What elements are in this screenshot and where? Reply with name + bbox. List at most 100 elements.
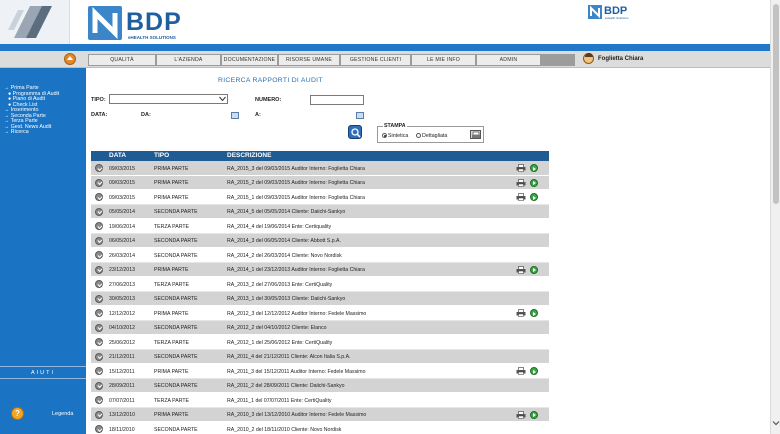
printer-icon[interactable] bbox=[516, 164, 526, 172]
row-select-icon[interactable] bbox=[95, 164, 103, 172]
stampa-group: STAMPA Sintetica Dettagliata bbox=[377, 123, 484, 143]
cell-data: 09/03/2015 bbox=[109, 180, 135, 186]
tipo-select[interactable] bbox=[109, 94, 228, 104]
nav-mie-info[interactable]: LE MIE INFO bbox=[411, 54, 476, 66]
row-select-icon[interactable] bbox=[95, 251, 103, 259]
header-divider bbox=[0, 44, 770, 51]
search-button[interactable] bbox=[348, 125, 362, 139]
row-select-icon[interactable] bbox=[95, 280, 103, 288]
nav-risorse-umane[interactable]: RISORSE UMANE bbox=[278, 54, 340, 66]
row-select-icon[interactable] bbox=[95, 294, 103, 303]
table-row[interactable]: 13/12/2010 PRIMA PARTE RA_2010_3 del 13/12… bbox=[91, 407, 549, 422]
go-arrow-icon[interactable] bbox=[530, 164, 538, 172]
cell-tipo: SECONDA PARTE bbox=[154, 209, 198, 215]
table-row[interactable]: 07/07/2011 TERZA PARTE RA_2011_1 del 07/07… bbox=[91, 393, 549, 408]
cell-tipo: TERZA PARTE bbox=[154, 397, 189, 404]
table-row[interactable]: 15/12/2011 PRIMA PARTE RA_2011_3 del 15/12… bbox=[91, 364, 549, 379]
cell-tipo: PRIMA PARTE bbox=[154, 412, 189, 418]
radio-dettagliata-label: Dettagliata bbox=[422, 133, 448, 139]
go-arrow-icon[interactable] bbox=[530, 309, 538, 317]
printer-icon[interactable] bbox=[516, 410, 526, 419]
calendar-icon[interactable] bbox=[356, 112, 364, 119]
cell-data: 18/11/2010 bbox=[109, 426, 135, 433]
chevron-down-icon bbox=[219, 96, 226, 102]
scrollbar-thumb[interactable] bbox=[773, 4, 779, 204]
scrollbar[interactable] bbox=[770, 0, 780, 434]
row-select-icon[interactable] bbox=[95, 410, 103, 419]
cell-data: 27/06/2013 bbox=[109, 281, 135, 288]
radio-sintetica[interactable] bbox=[382, 133, 387, 138]
nav-admin[interactable]: ADMIN bbox=[476, 54, 541, 66]
search-icon bbox=[351, 128, 361, 138]
row-select-icon[interactable] bbox=[95, 396, 103, 404]
home-icon[interactable] bbox=[64, 53, 76, 65]
legenda-link[interactable]: Legenda bbox=[52, 411, 73, 417]
row-select-icon[interactable] bbox=[95, 381, 103, 390]
printer-icon[interactable] bbox=[516, 309, 526, 317]
cell-descrizione: RA_2010_2 del 18/11/2010 Cliente: Novo N… bbox=[227, 426, 342, 433]
table-row[interactable]: 27/06/2013 TERZA PARTE RA_2013_2 del 27/06… bbox=[91, 277, 549, 292]
row-select-icon[interactable] bbox=[95, 178, 103, 187]
row-select-icon[interactable] bbox=[95, 309, 103, 317]
scroll-down-icon[interactable] bbox=[772, 419, 780, 427]
cell-tipo: SECONDA PARTE bbox=[154, 383, 198, 389]
row-select-icon[interactable] bbox=[95, 338, 103, 346]
row-select-icon[interactable] bbox=[95, 425, 103, 433]
sidebar-item-ricerca[interactable]: → Ricerca bbox=[4, 129, 59, 136]
table-row[interactable]: 28/09/2011 SECONDA PARTE RA_2011_2 del 28/… bbox=[91, 378, 549, 393]
go-arrow-icon[interactable] bbox=[530, 193, 538, 201]
table-row[interactable]: 25/06/2012 TERZA PARTE RA_2012_1 del 25/06… bbox=[91, 335, 549, 350]
cell-descrizione: RA_2012_3 del 12/12/2012 Auditor Interno… bbox=[227, 310, 367, 317]
calendar-icon[interactable] bbox=[231, 112, 239, 119]
printer-icon[interactable] bbox=[516, 265, 526, 274]
cell-tipo: PRIMA PARTE bbox=[154, 310, 189, 317]
table-row[interactable]: 04/10/2012 SECONDA PARTE RA_2012_2 del 04/… bbox=[91, 320, 549, 335]
nav-qualita[interactable]: QUALITÀ bbox=[88, 54, 156, 66]
table-row[interactable]: 09/03/2015 PRIMA PARTE RA_2015_1 del 09/03… bbox=[91, 190, 549, 205]
radio-dettagliata[interactable] bbox=[416, 133, 421, 138]
cell-tipo: PRIMA PARTE bbox=[154, 165, 189, 172]
go-arrow-icon[interactable] bbox=[530, 265, 538, 274]
cell-data: 23/12/2013 bbox=[109, 267, 135, 273]
table-row[interactable]: 09/03/2015 PRIMA PARTE RA_2015_2 del 09/03… bbox=[91, 175, 549, 190]
cell-data: 13/12/2010 bbox=[109, 412, 135, 418]
bdp-logo-mark bbox=[88, 6, 122, 40]
help-icon[interactable]: ? bbox=[11, 407, 24, 420]
go-arrow-icon[interactable] bbox=[530, 367, 538, 375]
nav-documentazione[interactable]: DOCUMENTAZIONE bbox=[221, 54, 278, 66]
printer-icon[interactable] bbox=[516, 193, 526, 201]
table-row[interactable]: 09/03/2015 PRIMA PARTE RA_2015_3 del 09/03… bbox=[91, 161, 549, 176]
row-select-icon[interactable] bbox=[95, 352, 103, 361]
table-row[interactable]: 21/12/2011 SECONDA PARTE RA_2011_4 del 21/… bbox=[91, 349, 549, 364]
nav-gestione-clienti[interactable]: GESTIONE CLIENTI bbox=[340, 54, 411, 66]
cell-data: 05/05/2014 bbox=[109, 209, 135, 215]
bdp-logo-tagline: eHEALTH SOLUTIONS bbox=[128, 35, 176, 40]
table-row[interactable]: 23/12/2013 PRIMA PARTE RA_2014_1 del 23/12… bbox=[91, 262, 549, 277]
print-button[interactable] bbox=[470, 130, 481, 139]
cell-descrizione: RA_2015_2 del 09/03/2015 Auditor Interno… bbox=[227, 180, 365, 186]
numero-label: NUMERO: bbox=[255, 97, 282, 103]
row-select-icon[interactable] bbox=[95, 222, 103, 230]
row-select-icon[interactable] bbox=[95, 323, 103, 332]
row-select-icon[interactable] bbox=[95, 367, 103, 375]
table-row[interactable]: 19/06/2014 TERZA PARTE RA_2014_4 del 19/06… bbox=[91, 219, 549, 234]
table-row[interactable]: 05/05/2014 SECONDA PARTE RA_2014_5 del 05/… bbox=[91, 204, 549, 219]
cell-data: 09/03/2015 bbox=[109, 194, 135, 201]
go-arrow-icon[interactable] bbox=[530, 178, 538, 187]
table-row[interactable]: 30/05/2013 SECONDA PARTE RA_2013_1 del 30/… bbox=[91, 291, 549, 306]
row-select-icon[interactable] bbox=[95, 193, 103, 201]
table-row[interactable]: 26/03/2014 SECONDA PARTE RA_2014_2 del 26/… bbox=[91, 248, 549, 263]
aiuti-label[interactable]: AIUTI bbox=[0, 366, 86, 379]
table-row[interactable]: 12/12/2012 PRIMA PARTE RA_2012_3 del 12/12… bbox=[91, 306, 549, 321]
printer-icon[interactable] bbox=[516, 178, 526, 187]
nav-azienda[interactable]: L'AZIENDA bbox=[156, 54, 221, 66]
printer-icon[interactable] bbox=[516, 367, 526, 375]
row-select-icon[interactable] bbox=[95, 207, 103, 216]
go-arrow-icon[interactable] bbox=[530, 410, 538, 419]
table-row[interactable]: 18/11/2010 SECONDA PARTE RA_2010_2 del 18/… bbox=[91, 422, 549, 434]
numero-input[interactable] bbox=[310, 95, 364, 105]
row-select-icon[interactable] bbox=[95, 265, 103, 274]
row-select-icon[interactable] bbox=[95, 236, 103, 245]
table-row[interactable]: 06/05/2014 SECONDA PARTE RA_2014_3 del 06/… bbox=[91, 233, 549, 248]
user-area[interactable]: Foglietta Chiara bbox=[583, 53, 643, 64]
